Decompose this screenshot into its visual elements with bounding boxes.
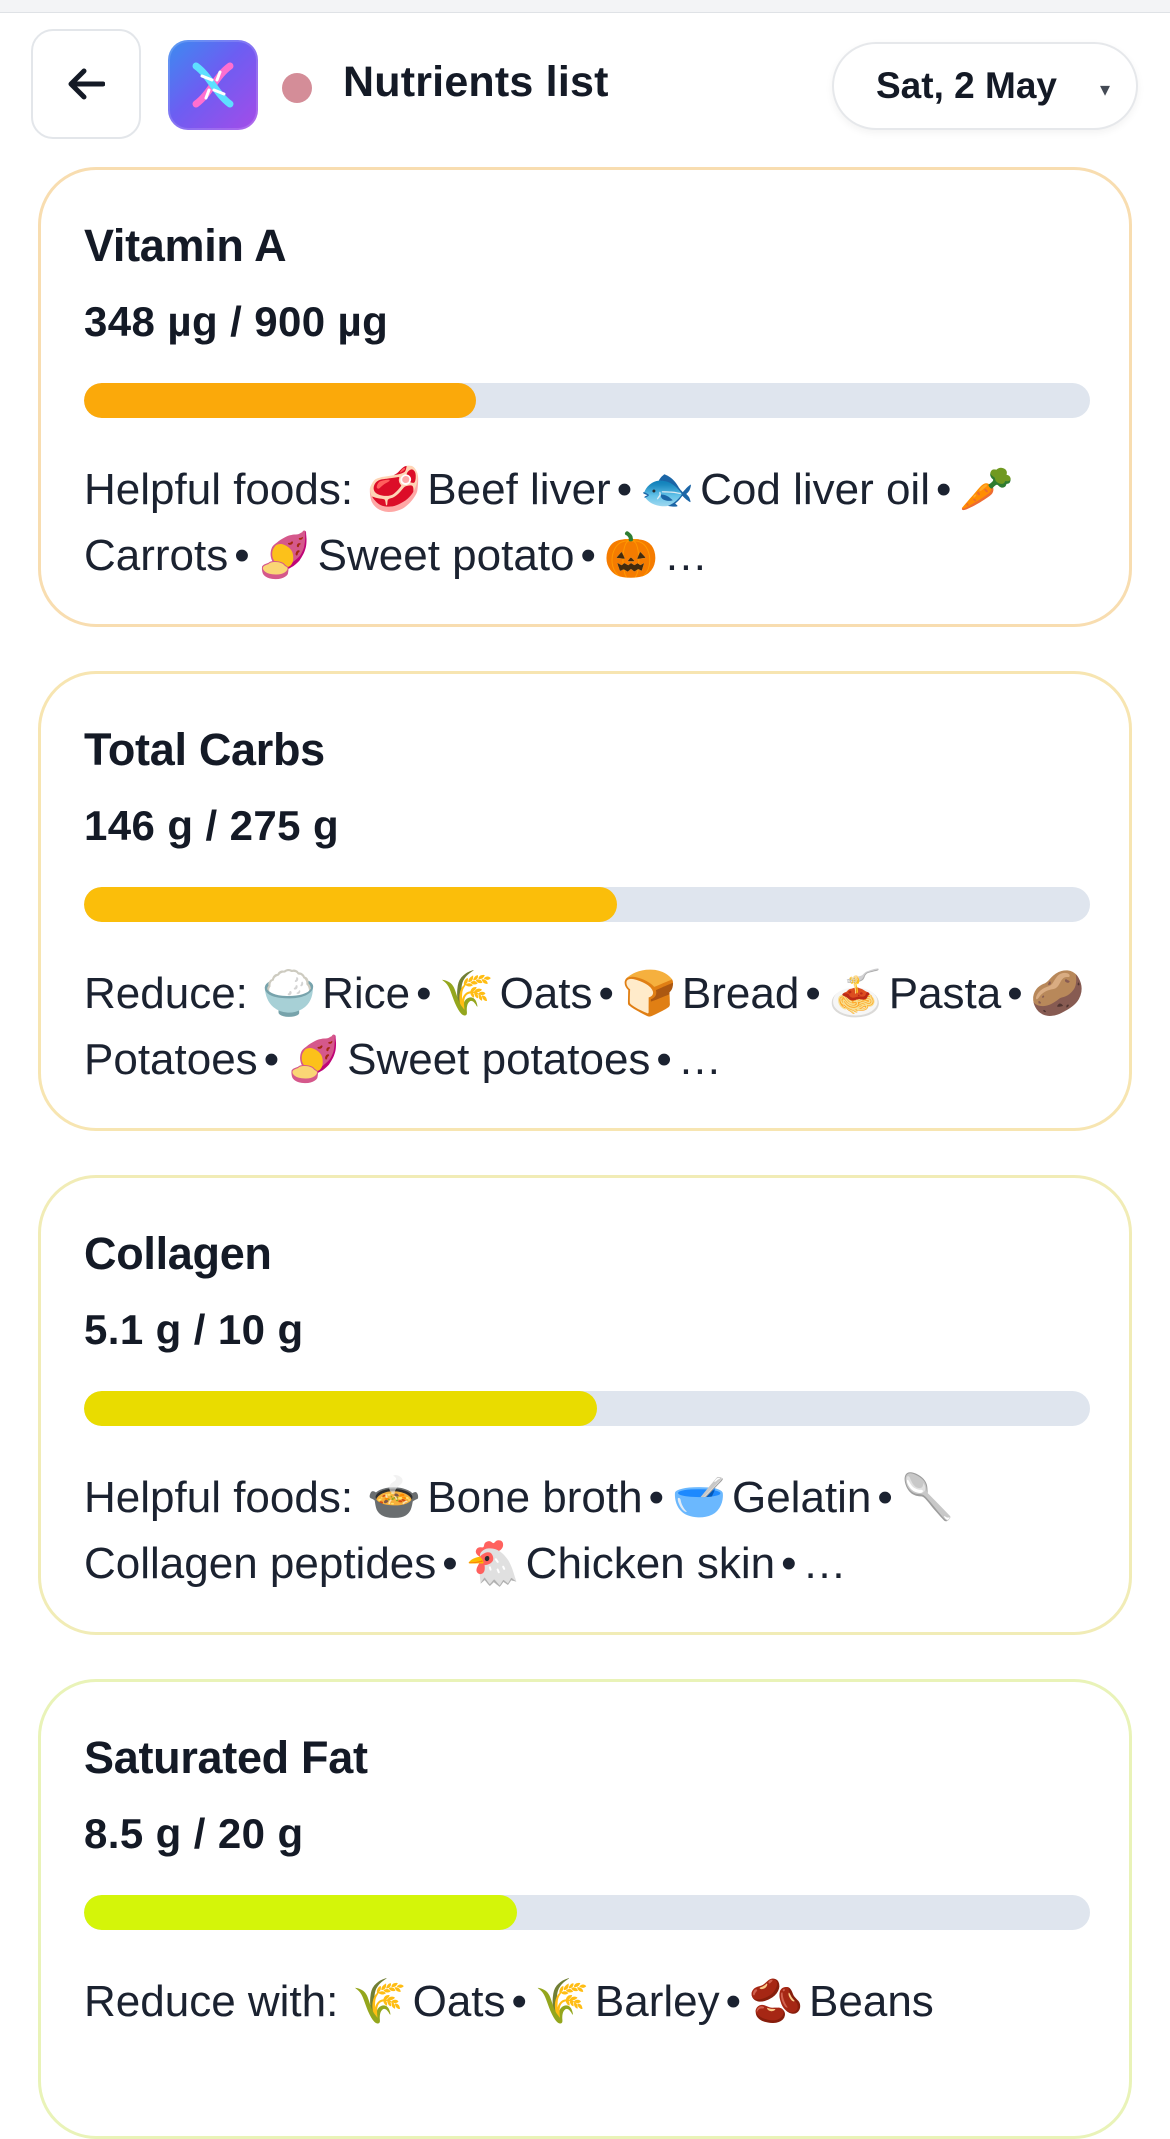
nutrient-name: Collagen bbox=[84, 1228, 272, 1279]
food-emoji-icon: 🍞 bbox=[621, 969, 677, 1018]
nutrient-name: Saturated Fat bbox=[84, 1732, 368, 1783]
food-item: Bone broth bbox=[427, 1473, 643, 1522]
food-item: Chicken skin bbox=[525, 1539, 776, 1588]
progress-bar-fill bbox=[84, 1895, 517, 1930]
progress-bar bbox=[84, 887, 1090, 922]
progress-bar bbox=[84, 1391, 1090, 1426]
food-emoji-icon: 🍠 bbox=[286, 1035, 342, 1084]
separator: • bbox=[598, 969, 614, 1018]
foods-label: Reduce with: bbox=[84, 1977, 339, 2026]
separator: • bbox=[781, 1539, 797, 1588]
food-suggestions: Reduce with: 🌾 Oats • 🌾 Barley • 🫘 Beans bbox=[84, 1969, 1094, 2035]
food-suggestions: Reduce: 🍚 Rice • 🌾 Oats • 🍞 Bread • 🍝 Pasta • 🥔Potat… bbox=[84, 961, 1094, 1093]
food-item: Bread bbox=[681, 969, 800, 1018]
food-emoji-icon: 🌾 bbox=[439, 969, 494, 1018]
food-item: … bbox=[663, 531, 708, 580]
food-emoji-icon: 🌾 bbox=[352, 1977, 407, 2026]
food-item: Beef liver bbox=[427, 465, 611, 514]
progress-bar bbox=[84, 1895, 1090, 1930]
page-title: Nutrients list bbox=[343, 58, 609, 106]
food-emoji-icon: 🥩 bbox=[366, 465, 422, 514]
nutrient-amount: 8.5 g / 20 g bbox=[84, 1810, 304, 1857]
separator: • bbox=[805, 969, 821, 1018]
food-emoji-icon: 🎃 bbox=[603, 531, 659, 580]
separator: • bbox=[648, 1473, 664, 1522]
progress-bar-fill bbox=[84, 1391, 598, 1426]
progress-bar-fill bbox=[84, 383, 477, 418]
date-label: Sat, 2 May bbox=[876, 65, 1057, 106]
food-item: Collagen peptides bbox=[84, 1539, 437, 1588]
nutrient-card[interactable]: Vitamin A 348 µg / 900 µg Helpful foods: 🥩… bbox=[38, 167, 1132, 627]
food-item: … bbox=[802, 1539, 847, 1588]
food-emoji-icon: 🥄 bbox=[900, 1473, 956, 1522]
food-emoji-icon: 🥕 bbox=[959, 465, 1014, 514]
status-dot bbox=[282, 73, 312, 103]
food-item: Rice bbox=[322, 969, 411, 1018]
food-item: Beans bbox=[809, 1977, 934, 2026]
nutrient-card[interactable]: Collagen 5.1 g / 10 g Helpful foods: 🍲 Bone… bbox=[38, 1175, 1132, 1635]
food-item: Carrots bbox=[84, 531, 229, 580]
nutrient-name: Total Carbs bbox=[84, 724, 325, 775]
nutrient-card[interactable]: Total Carbs 146 g / 275 g Reduce: 🍚 Rice • 🌾 O… bbox=[38, 671, 1132, 1131]
separator: • bbox=[442, 1539, 458, 1588]
nutrient-name: Vitamin A bbox=[84, 220, 287, 271]
food-emoji-icon: 🍝 bbox=[828, 969, 884, 1018]
separator: • bbox=[1007, 969, 1023, 1018]
date-picker-button[interactable]: Sat, 2 May ▾ bbox=[832, 42, 1138, 130]
food-item: Potatoes bbox=[84, 1035, 258, 1084]
separator: • bbox=[877, 1473, 893, 1522]
food-suggestions: Helpful foods: 🥩 Beef liver • 🐟 Cod liver oi… bbox=[84, 457, 1094, 589]
separator: • bbox=[416, 969, 432, 1018]
food-emoji-icon: 🍚 bbox=[261, 969, 317, 1018]
nutrient-amount: 5.1 g / 10 g bbox=[84, 1306, 304, 1353]
header: Nutrients list Sat, 2 May ▾ bbox=[0, 12, 1170, 162]
separator: • bbox=[616, 465, 633, 514]
separator: • bbox=[656, 1035, 672, 1084]
food-emoji-icon: 🥔 bbox=[1030, 969, 1086, 1018]
separator: • bbox=[936, 465, 952, 514]
nutrient-amount: 348 µg / 900 µg bbox=[84, 298, 389, 345]
food-item: Oats bbox=[412, 1977, 506, 2026]
dna-icon[interactable] bbox=[168, 40, 258, 130]
separator: • bbox=[263, 1035, 280, 1084]
food-item: Sweet potato bbox=[317, 531, 575, 580]
nutrient-card[interactable]: Saturated Fat 8.5 g / 20 g Reduce with: 🌾 O… bbox=[38, 1679, 1132, 2139]
progress-bar bbox=[84, 383, 1090, 418]
chevron-down-icon: ▾ bbox=[1099, 79, 1110, 101]
arrow-left-icon bbox=[68, 68, 105, 100]
food-item: Cod liver oil bbox=[700, 465, 930, 514]
foods-label: Reduce: bbox=[84, 969, 248, 1018]
food-item: Gelatin bbox=[731, 1473, 872, 1522]
separator: • bbox=[511, 1977, 527, 2026]
food-suggestions: Helpful foods: 🍲 Bone broth • 🥣 Gelatin • 🥄Col… bbox=[84, 1465, 1094, 1597]
food-item: Pasta bbox=[888, 969, 1002, 1018]
food-emoji-icon: 🍲 bbox=[366, 1473, 422, 1522]
food-item: Sweet potatoes bbox=[347, 1035, 651, 1084]
food-emoji-icon: 🌾 bbox=[534, 1977, 590, 2026]
nutrient-amount: 146 g / 275 g bbox=[84, 802, 340, 849]
foods-label: Helpful foods: bbox=[84, 465, 354, 514]
food-emoji-icon: 🫘 bbox=[748, 1977, 804, 2026]
food-item: Oats bbox=[499, 969, 593, 1018]
separator: • bbox=[725, 1977, 742, 2026]
food-emoji-icon: 🥣 bbox=[671, 1473, 727, 1522]
back-button[interactable] bbox=[31, 29, 141, 139]
separator: • bbox=[580, 531, 596, 580]
food-item: Barley bbox=[594, 1977, 720, 2026]
food-emoji-icon: 🍠 bbox=[257, 531, 313, 580]
foods-label: Helpful foods: bbox=[84, 1473, 354, 1522]
progress-bar-fill bbox=[84, 887, 618, 922]
food-item: … bbox=[677, 1035, 722, 1084]
separator: • bbox=[234, 531, 250, 580]
food-emoji-icon: 🐔 bbox=[465, 1539, 521, 1588]
food-emoji-icon: 🐟 bbox=[639, 465, 695, 514]
